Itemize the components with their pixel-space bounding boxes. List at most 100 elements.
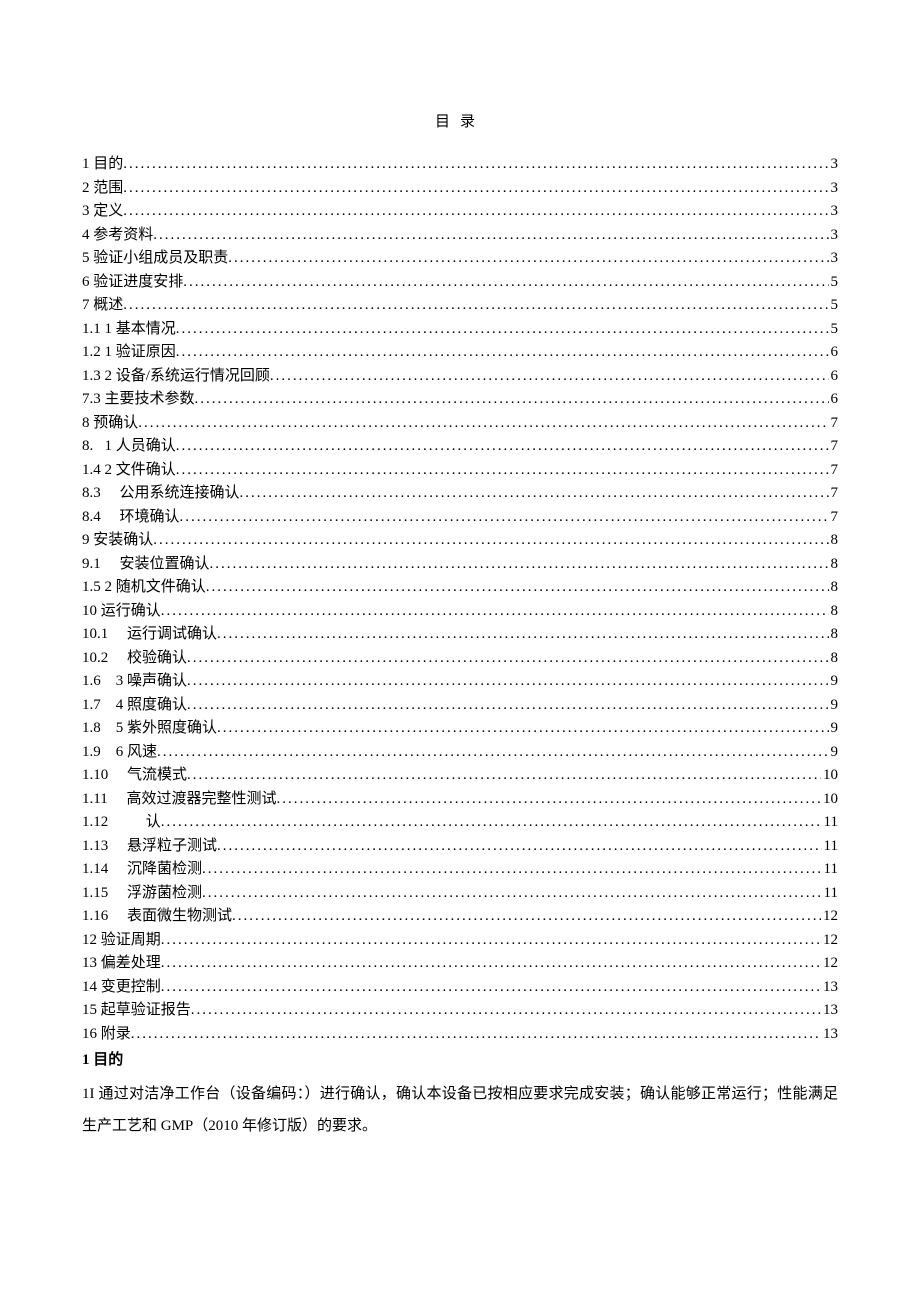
toc-entry[interactable]: 9.1 安装位置确认 8 [82,553,838,577]
toc-entry[interactable]: 1.13 悬浮粒子测试11 [82,835,838,859]
toc-entry-label: 1.6 3 噪声确认 [82,670,187,694]
toc-leader-dots [206,576,829,600]
toc-leader-dots [123,153,828,177]
toc-leader-dots [176,435,829,459]
toc-entry-label: 9 安装确认 [82,529,153,553]
toc-entry-label: 9.1 安装位置确认 [82,553,210,577]
toc-leader-dots [123,200,828,224]
toc-entry[interactable]: 1.10 气流模式 10 [82,764,838,788]
toc-entry[interactable]: 8 预确认7 [82,412,838,436]
toc-entry-label: 16 附录 [82,1023,131,1047]
toc-entry[interactable]: 10.2 校验确认8 [82,647,838,671]
toc-entry-page: 3 [829,200,839,224]
toc-entry[interactable]: 15 起草验证报告13 [82,999,838,1023]
toc-entry-label: 4 参考资料 [82,224,153,248]
toc-entry[interactable]: 1.16 表面微生物测试12 [82,905,838,929]
toc-entry[interactable]: 1.6 3 噪声确认 9 [82,670,838,694]
toc-leader-dots [232,905,821,929]
toc-entry-page: 12 [821,952,838,976]
toc-leader-dots [217,835,822,859]
toc-entry[interactable]: 1.2 1 验证原因 6 [82,341,838,365]
toc-entry-page: 8 [829,529,839,553]
toc-entry[interactable]: 7 概述5 [82,294,838,318]
toc-entry-page: 11 [822,811,838,835]
toc-entry[interactable]: 9 安装确认 8 [82,529,838,553]
toc-leader-dots [195,388,829,412]
toc-entry[interactable]: 13 偏差处理 12 [82,952,838,976]
toc-entry[interactable]: 4 参考资料 3 [82,224,838,248]
toc-entry[interactable]: 1.8 5 紫外照度确认9 [82,717,838,741]
toc-leader-dots [176,318,829,342]
toc-entry-label: 8.4 环境确认 [82,506,180,530]
toc-leader-dots [187,670,828,694]
toc-leader-dots [270,365,829,389]
toc-leader-dots [138,412,828,436]
toc-leader-dots [187,764,821,788]
toc-entry[interactable]: 1.3 2 设备/系统运行情况回顾6 [82,365,838,389]
toc-leader-dots [161,929,821,953]
toc-entry[interactable]: 1 目的3 [82,153,838,177]
toc-entry-label: 10.2 校验确认 [82,647,187,671]
toc-entry[interactable]: 7.3 主要技术参数6 [82,388,838,412]
toc-leader-dots [187,647,828,671]
table-of-contents: 1 目的32 范围33 定义34 参考资料35 验证小组成员及职责36 验证进度… [82,153,838,1046]
toc-entry-page: 8 [829,600,839,624]
toc-entry[interactable]: 1.11 高效过渡器完整性测试10 [82,788,838,812]
toc-leader-dots [183,271,828,295]
toc-entry-page: 12 [821,929,838,953]
toc-entry-label: 1.2 1 验证原因 [82,341,176,365]
toc-entry[interactable]: 8.3 公用系统连接确认 7 [82,482,838,506]
toc-entry-page: 6 [829,341,839,365]
toc-leader-dots [180,506,829,530]
toc-entry-page: 7 [829,482,839,506]
toc-entry-label: 15 起草验证报告 [82,999,191,1023]
toc-leader-dots [161,952,821,976]
toc-entry-label: 1.3 2 设备/系统运行情况回顾 [82,365,270,389]
toc-entry-label: 8.3 公用系统连接确认 [82,482,240,506]
toc-entry[interactable]: 8.4 环境确认7 [82,506,838,530]
toc-entry-label: 6 验证进度安排 [82,271,183,295]
toc-entry[interactable]: 10.1 运行调试确认8 [82,623,838,647]
toc-entry-page: 3 [829,224,839,248]
toc-entry-label: 2 范围 [82,177,123,201]
toc-entry[interactable]: 10 运行确认8 [82,600,838,624]
toc-leader-dots [161,811,822,835]
toc-entry-page: 11 [822,858,838,882]
toc-entry-page: 6 [829,388,839,412]
toc-entry-page: 8 [829,576,839,600]
toc-entry-page: 8 [829,553,839,577]
toc-entry-page: 11 [822,835,838,859]
toc-leader-dots [161,600,829,624]
toc-entry-page: 7 [829,459,839,483]
toc-entry[interactable]: 5 验证小组成员及职责3 [82,247,838,271]
toc-entry-label: 3 定义 [82,200,123,224]
toc-entry[interactable]: 1.7 4 照度确认9 [82,694,838,718]
toc-entry[interactable]: 14 变更控制13 [82,976,838,1000]
toc-entry-label: 13 偏差处理 [82,952,161,976]
toc-entry-page: 9 [829,741,839,765]
toc-entry[interactable]: 1.1 1 基本情况5 [82,318,838,342]
toc-entry[interactable]: 1.14 沉降菌检测11 [82,858,838,882]
toc-entry[interactable]: 2 范围3 [82,177,838,201]
toc-entry[interactable]: 1.4 2 文件确认7 [82,459,838,483]
toc-leader-dots [176,459,829,483]
toc-leader-dots [228,247,828,271]
toc-entry[interactable]: 8. 1 人员确认7 [82,435,838,459]
toc-entry[interactable]: 16 附录13 [82,1023,838,1047]
toc-leader-dots [240,482,829,506]
toc-entry[interactable]: 1.12 认11 [82,811,838,835]
toc-entry-page: 10 [821,764,838,788]
toc-entry-label: 1.10 气流模式 [82,764,187,788]
toc-entry[interactable]: 1.9 6 风速9 [82,741,838,765]
toc-entry[interactable]: 1.15 浮游菌检测11 [82,882,838,906]
toc-entry[interactable]: 1.5 2 随机文件确认 8 [82,576,838,600]
toc-leader-dots [131,1023,821,1047]
toc-entry[interactable]: 6 验证进度安排5 [82,271,838,295]
toc-entry[interactable]: 12 验证周期12 [82,929,838,953]
toc-entry[interactable]: 3 定义 3 [82,200,838,224]
section-1-body: 1I 通过对洁净工作台（设备编码：）进行确认，确认本设备已按相应要求完成安装；确… [82,1078,838,1142]
toc-entry-page: 9 [829,670,839,694]
toc-entry-label: 1.5 2 随机文件确认 [82,576,206,600]
toc-leader-dots [217,717,828,741]
toc-leader-dots [191,999,821,1023]
